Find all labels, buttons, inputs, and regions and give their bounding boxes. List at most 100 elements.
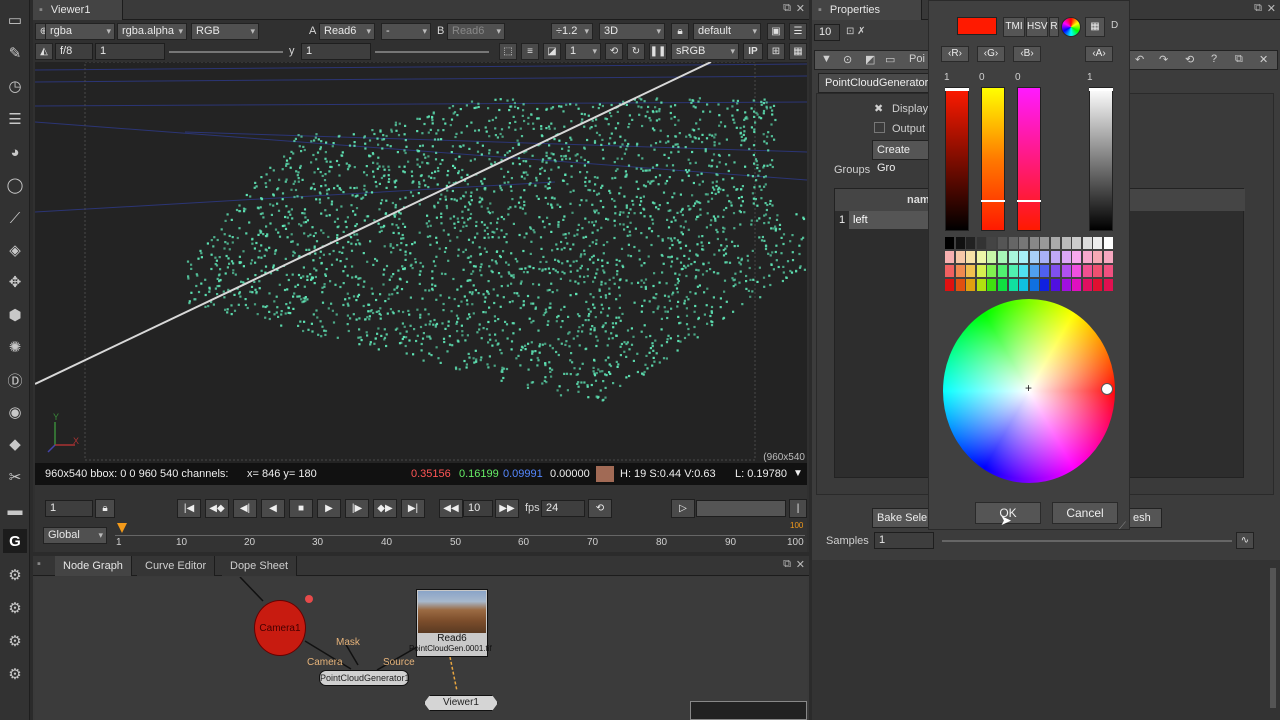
camera-lock-icon[interactable]: 🔒︎ bbox=[671, 23, 689, 40]
node-tab-pointcloudgenerator[interactable]: PointCloudGenerator bbox=[818, 73, 932, 93]
name-field-icon[interactable]: ▭ bbox=[885, 53, 895, 66]
r-value[interactable]: 1 bbox=[944, 72, 950, 83]
paint-icon[interactable]: ✎ bbox=[3, 41, 27, 65]
swatch-cell[interactable] bbox=[966, 265, 976, 277]
group-name-cell[interactable]: left bbox=[849, 211, 929, 229]
swatch-cell[interactable] bbox=[1040, 265, 1050, 277]
refresh-icon[interactable]: ⟲ bbox=[605, 43, 623, 60]
swatch-cell[interactable] bbox=[998, 251, 1007, 263]
color-icon[interactable]: ◕ bbox=[3, 140, 27, 164]
view-mode-dropdown[interactable]: 3D bbox=[599, 23, 665, 40]
revert-icon[interactable]: ⟲ bbox=[1185, 53, 1194, 66]
hsv-mode-button[interactable]: HSV bbox=[1026, 17, 1048, 37]
swatch-cell[interactable] bbox=[945, 237, 954, 249]
swatch-cell[interactable] bbox=[1008, 265, 1018, 277]
swatch-cell[interactable] bbox=[1061, 265, 1071, 277]
display-channel-dropdown[interactable]: RGB bbox=[191, 23, 259, 40]
tab-node-graph[interactable]: Node Graph bbox=[55, 556, 132, 576]
tab-properties[interactable]: ▪ Properties bbox=[812, 0, 922, 20]
pointcloudgenerator-node[interactable]: PointCloudGenerator1 bbox=[319, 670, 410, 686]
swatch-cell[interactable] bbox=[1008, 279, 1018, 291]
gain-dropdown[interactable]: ÷1.2 bbox=[551, 23, 593, 40]
swatch-cell[interactable] bbox=[1029, 265, 1039, 277]
samples-slider[interactable] bbox=[942, 540, 1232, 542]
swatch-cell[interactable] bbox=[1082, 237, 1092, 249]
swatch-cell[interactable] bbox=[1093, 237, 1103, 249]
skip-forward-icon[interactable]: ▶▶ bbox=[495, 499, 519, 518]
gizmo-icon[interactable]: G bbox=[3, 529, 27, 553]
swatch-cell[interactable] bbox=[1019, 279, 1029, 291]
read-node[interactable]: Read6 PointCloudGen.0001.tif bbox=[409, 589, 492, 657]
swatch-cell[interactable] bbox=[976, 265, 986, 277]
fstop-field[interactable]: f/8 bbox=[55, 43, 93, 60]
swatch-cell[interactable] bbox=[1040, 251, 1050, 263]
bake-mesh-button[interactable]: esh bbox=[1128, 508, 1162, 528]
cancel-button[interactable]: Cancel bbox=[1052, 502, 1118, 524]
bake-selected-button[interactable]: Bake Sele bbox=[872, 508, 932, 528]
other-icon[interactable]: ▬ bbox=[3, 498, 27, 522]
prev-keyframe-icon[interactable]: ◀◆ bbox=[205, 499, 229, 518]
lock-icon[interactable]: ▣ bbox=[767, 23, 785, 40]
resize-grip-icon[interactable]: ⟋ bbox=[1119, 521, 1126, 532]
swatch-cell[interactable] bbox=[998, 265, 1007, 277]
camera-dropdown[interactable]: default bbox=[693, 23, 761, 40]
tab-curve-editor[interactable]: Curve Editor bbox=[137, 556, 216, 576]
composite-mode-dropdown[interactable]: - bbox=[381, 23, 431, 40]
swatch-cell[interactable] bbox=[1104, 279, 1113, 291]
tab-close-icon[interactable]: ▪ bbox=[818, 4, 822, 16]
update-icon[interactable]: ↻ bbox=[627, 43, 645, 60]
merge-icon[interactable]: ◈ bbox=[3, 238, 27, 262]
deep-icon[interactable]: Ⓓ bbox=[3, 368, 27, 392]
b-input-dropdown[interactable]: Read6 bbox=[447, 23, 505, 40]
swatch-cell[interactable] bbox=[1104, 265, 1113, 277]
swatch-cell[interactable] bbox=[1061, 251, 1071, 263]
close-panel-icon[interactable]: ✕ bbox=[796, 558, 805, 571]
tab-viewer1[interactable]: ▪ Viewer1 bbox=[33, 0, 123, 20]
swatch-cell[interactable] bbox=[1029, 251, 1039, 263]
keyer-icon[interactable]: ⟋ bbox=[3, 206, 27, 230]
g-channel-button[interactable]: ‹G› bbox=[977, 46, 1005, 62]
gamma-slider[interactable] bbox=[375, 51, 489, 53]
swatch-cell[interactable] bbox=[976, 251, 986, 263]
max-panels-field[interactable]: 10 bbox=[814, 24, 840, 41]
node-name-stub[interactable]: Poi bbox=[909, 53, 925, 65]
swatch-cell[interactable] bbox=[955, 251, 965, 263]
a-value[interactable]: 1 bbox=[1087, 72, 1093, 83]
prev-frame-icon[interactable]: ◀| bbox=[233, 499, 257, 518]
colorspace-dropdown[interactable]: sRGB bbox=[671, 43, 739, 60]
swatch-cell[interactable] bbox=[945, 251, 954, 263]
range-mode-dropdown[interactable]: Global bbox=[43, 527, 107, 544]
swatch-cell[interactable] bbox=[1093, 279, 1103, 291]
metadata-icon[interactable]: ◆ bbox=[3, 432, 27, 456]
swatch-cell[interactable] bbox=[1040, 279, 1050, 291]
output-checkbox[interactable] bbox=[874, 122, 885, 133]
viewer-icon[interactable]: ▭ bbox=[3, 8, 27, 32]
swatch-cell[interactable] bbox=[987, 279, 997, 291]
animation-menu-icon[interactable]: ∿ bbox=[1236, 532, 1254, 549]
a-channel-button[interactable]: ‹A› bbox=[1085, 46, 1113, 62]
stop-icon[interactable]: ■ bbox=[289, 499, 313, 518]
wheel-handle[interactable] bbox=[1101, 383, 1113, 395]
last-frame-icon[interactable]: ▶| bbox=[401, 499, 425, 518]
play-forward-icon[interactable]: ▶ bbox=[317, 499, 341, 518]
playback-range-field[interactable] bbox=[696, 500, 786, 517]
float-panel-icon[interactable]: ⧉ bbox=[1254, 2, 1262, 15]
checker-icon[interactable]: ▦ bbox=[789, 43, 807, 60]
swatch-cell[interactable] bbox=[955, 279, 965, 291]
swatch-cell[interactable] bbox=[1019, 237, 1029, 249]
color-swatch-icon[interactable]: ◩ bbox=[865, 53, 875, 66]
close-panel-icon[interactable]: ✕ bbox=[796, 2, 805, 15]
swatch-cell[interactable] bbox=[987, 237, 997, 249]
swatch-cell[interactable] bbox=[945, 279, 954, 291]
float-panel-icon[interactable]: ⧉ bbox=[783, 558, 791, 571]
swatch-cell[interactable] bbox=[966, 279, 976, 291]
undo-icon[interactable]: ↶ bbox=[1135, 53, 1144, 66]
swatch-cell[interactable] bbox=[1051, 251, 1060, 263]
swatch-cell[interactable] bbox=[1082, 279, 1092, 291]
nodegraph-canvas[interactable]: Camera1 Read6 PointCloudGen.0001.tif Mas… bbox=[35, 577, 807, 720]
swatch-cell[interactable] bbox=[1051, 237, 1060, 249]
help-icon[interactable]: ? bbox=[1211, 53, 1217, 65]
swatch-cell[interactable] bbox=[1093, 265, 1103, 277]
lock-panels-icon[interactable]: ⊡ ✗ bbox=[846, 26, 866, 37]
tab-dope-sheet[interactable]: Dope Sheet bbox=[222, 556, 298, 576]
